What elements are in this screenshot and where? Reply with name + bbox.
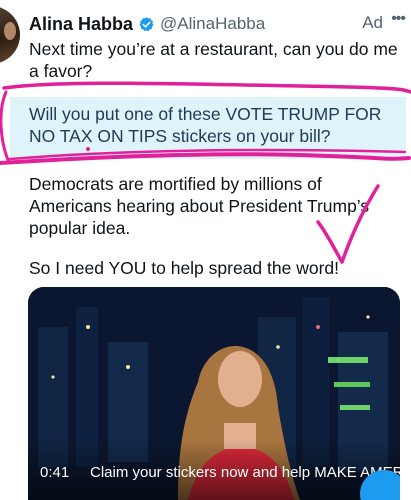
video-player[interactable]: 0:41 Claim your stickers now and help MA… (28, 287, 400, 500)
author-avatar[interactable] (0, 6, 20, 64)
tweet-paragraph-2: Will you put one of these VOTE TRUMP FOR… (29, 104, 382, 146)
author-name[interactable]: Alina Habba (29, 14, 133, 35)
tweet-paragraph-3: Democrats are mortified by millions of A… (29, 174, 370, 238)
tweet-paragraph-4: So I need YOU to help spread the word! (29, 258, 340, 278)
verified-badge-icon (138, 16, 155, 33)
marker-left-loop (0, 90, 10, 162)
author-handle[interactable]: @AlinaHabba (160, 14, 265, 34)
marker-top-stroke (2, 81, 411, 94)
more-options-icon[interactable]: ••• (391, 10, 406, 28)
tweet-header: Alina Habba @AlinaHabba Ad ••• (29, 10, 411, 36)
tweet-paragraph-1: Next time you’re at a restaurant, can yo… (29, 39, 398, 81)
video-timestamp: 0:41 (40, 464, 70, 481)
ad-label: Ad (362, 13, 383, 32)
video-caption: Claim your stickers now and help MAKE AM… (90, 464, 400, 481)
